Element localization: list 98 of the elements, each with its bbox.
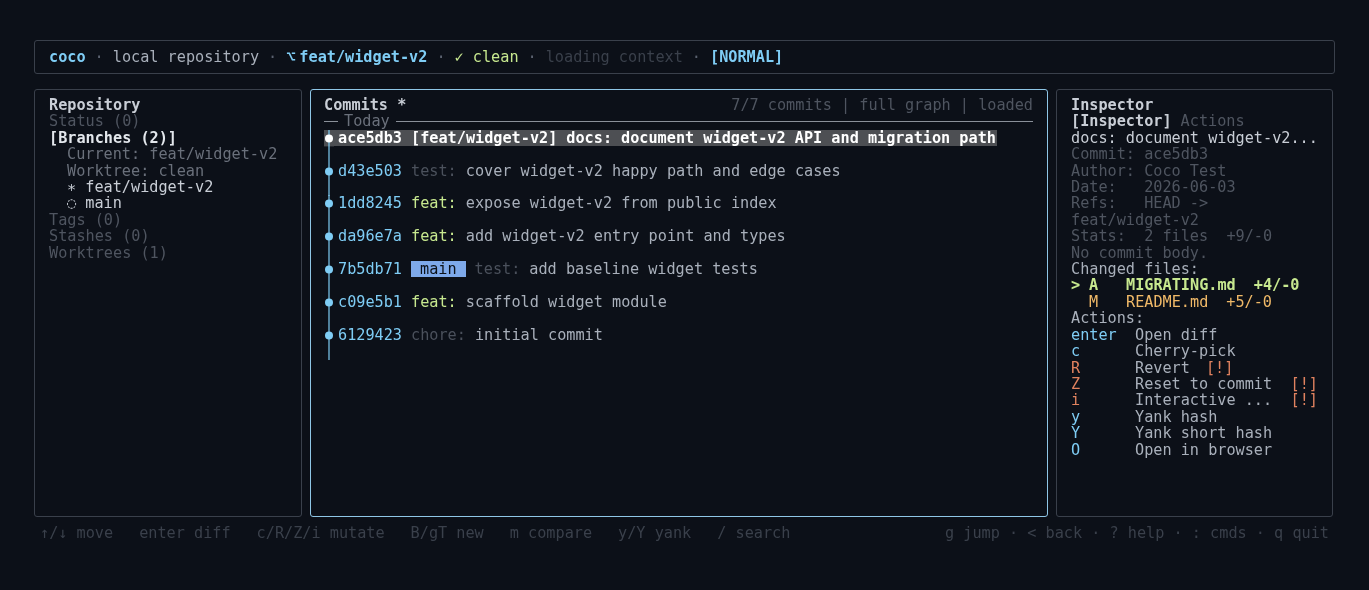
branch-badge: main	[411, 261, 466, 278]
commit-row[interactable]: da96e7a feat: add widget-v2 entry point and types	[334, 228, 787, 245]
commit-message: initial commit	[474, 326, 603, 343]
commit-message: cover widget-v2 happy path and edge cases	[465, 162, 841, 179]
header-label: ✓ clean	[454, 48, 519, 66]
header-label: local repository	[112, 48, 260, 66]
commit-type: test:	[411, 162, 457, 179]
section-heading: Changed files:	[1071, 261, 1199, 278]
branch-info: Current: feat/widget-v2	[67, 146, 279, 163]
commit-detail: Date: 2026-06-03	[1071, 179, 1237, 196]
branch-icon: ⌥	[286, 48, 296, 66]
commit-type: feat:	[411, 195, 457, 212]
action-row[interactable]: Z Reset to commit [!]	[1071, 375, 1318, 393]
branch-info: Worktree: clean	[66, 162, 205, 180]
action-row[interactable]: c Cherry-pick	[1071, 343, 1318, 360]
commit-message: add baseline widget tests	[529, 261, 758, 278]
action-label: Interactive ...	[1135, 392, 1273, 409]
commit-type: feat:	[411, 228, 457, 245]
branch-name: feat/widget-v2	[299, 48, 428, 66]
commit-count: 7/7 commits | full graph | loaded	[731, 97, 1033, 114]
action-label: Reset to commit	[1135, 375, 1273, 393]
separator-dot: ·	[94, 48, 104, 66]
section-heading: Actions:	[1071, 310, 1146, 327]
sidebar-item[interactable]: [Branches (2)]	[49, 129, 287, 147]
commit-detail: Stats: 2 files +9/-0	[1071, 228, 1274, 245]
commit-message: add widget-v2 entry point and types	[465, 228, 786, 245]
action-label: Yank short hash	[1135, 425, 1273, 442]
action-row[interactable]: y Yank hash	[1071, 408, 1318, 426]
action-row[interactable]: Y Yank short hash	[1071, 425, 1318, 442]
action-row[interactable]: O Open in browser	[1071, 441, 1318, 458]
commit-detail: No commit body.	[1071, 244, 1210, 262]
panel-title: Commits *	[324, 97, 407, 114]
warning-label: [!]	[1290, 375, 1318, 393]
commit-hash: da96e7a	[338, 228, 402, 245]
graph-node-icon	[324, 195, 334, 229]
commit-type: chore:	[411, 326, 466, 343]
shortcut-key: R	[1071, 359, 1135, 376]
commit-detail: Commit: ace5db3	[1071, 146, 1209, 163]
branch-item[interactable]: ∗ feat/widget-v2	[49, 179, 287, 196]
date-group-label: Today	[344, 113, 390, 130]
shortcut-key: i	[1071, 392, 1135, 409]
commit-hash: ace5db3	[338, 129, 402, 147]
graph-node-icon	[324, 293, 334, 327]
commit-type: docs:	[566, 129, 613, 147]
commit-detail: Refs: HEAD ->	[1071, 195, 1210, 212]
commit-hash: 6129423	[338, 326, 402, 343]
changed-file-row[interactable]: > A MIGRATING.md +4/-0	[1071, 277, 1318, 294]
action-row[interactable]: i Interactive ... [!]	[1071, 392, 1318, 409]
changed-file-row[interactable]: M README.md +5/-0	[1071, 293, 1318, 311]
commit-hash: 1dd8245	[338, 195, 402, 212]
commit-row[interactable]: 7b5db71 main test: add baseline widget tests	[334, 261, 759, 278]
branch-item[interactable]: ◌ main	[49, 195, 287, 212]
panel-title: Repository	[49, 97, 142, 114]
panel-title: Inspector	[1071, 97, 1154, 114]
action-label: Revert	[1135, 359, 1190, 376]
shortcut-key: Y	[1071, 425, 1135, 442]
commit-type: test:	[474, 261, 521, 278]
separator-dot: ·	[691, 48, 701, 66]
header-label: coco	[49, 48, 86, 66]
commit-message: document widget-v2 API and migration path	[621, 129, 996, 147]
action-label: Yank hash	[1135, 408, 1218, 426]
commit-row[interactable]: 6129423 chore: initial commit	[334, 326, 604, 343]
graph-node-icon	[324, 326, 334, 360]
shortcut-key: c	[1071, 343, 1135, 360]
commit-row[interactable]: ace5db3 [feat/widget-v2] docs: document widget-v2 API and migration path	[334, 129, 997, 147]
commit-message: scaffold widget module	[465, 293, 667, 311]
separator-dot: ·	[268, 48, 278, 66]
graph-node-icon	[324, 162, 334, 196]
commit-hash: d43e503	[338, 162, 402, 179]
graph-node-icon	[324, 261, 334, 294]
separator-dot: ·	[527, 48, 537, 66]
commit-hash: c09e5b1	[338, 293, 402, 311]
commit-row[interactable]: d43e503 test: cover widget-v2 happy path and edge cases	[334, 162, 842, 179]
shortcut-key: O	[1071, 441, 1135, 458]
shortcut-key: Z	[1071, 375, 1135, 393]
commit-detail: Author: Coco Test	[1071, 162, 1228, 180]
commit-message: expose widget-v2 from public index	[465, 195, 777, 212]
separator-dot: ·	[436, 48, 446, 66]
commit-row[interactable]: 1dd8245 feat: expose widget-v2 from public index	[334, 195, 778, 212]
action-label: Cherry-pick	[1135, 343, 1236, 360]
warning-label: [!]	[1290, 392, 1318, 409]
graph-node-icon	[324, 129, 334, 163]
action-label: Open in browser	[1135, 441, 1273, 458]
commit-type: feat:	[411, 293, 457, 311]
commit-detail: feat/widget-v2	[1071, 211, 1199, 229]
warning-label: [!]	[1205, 359, 1234, 376]
graph-node-icon	[324, 228, 334, 262]
action-row[interactable]: enter Open diff	[1071, 326, 1318, 344]
commit-row[interactable]: c09e5b1 feat: scaffold widget module	[334, 293, 668, 311]
action-label: Open diff	[1135, 326, 1218, 344]
header-label: [NORMAL]	[710, 48, 784, 66]
shortcut-key: y	[1071, 408, 1135, 426]
commit-hash: 7b5db71	[338, 261, 402, 278]
commit-subject: docs: document widget-v2...	[1071, 129, 1318, 147]
inspector-tab[interactable]: [Inspector]	[1071, 113, 1172, 130]
branch-ref: [feat/widget-v2]	[411, 129, 558, 147]
shortcut-key: enter	[1071, 326, 1135, 344]
action-row[interactable]: R Revert [!]	[1071, 359, 1318, 376]
